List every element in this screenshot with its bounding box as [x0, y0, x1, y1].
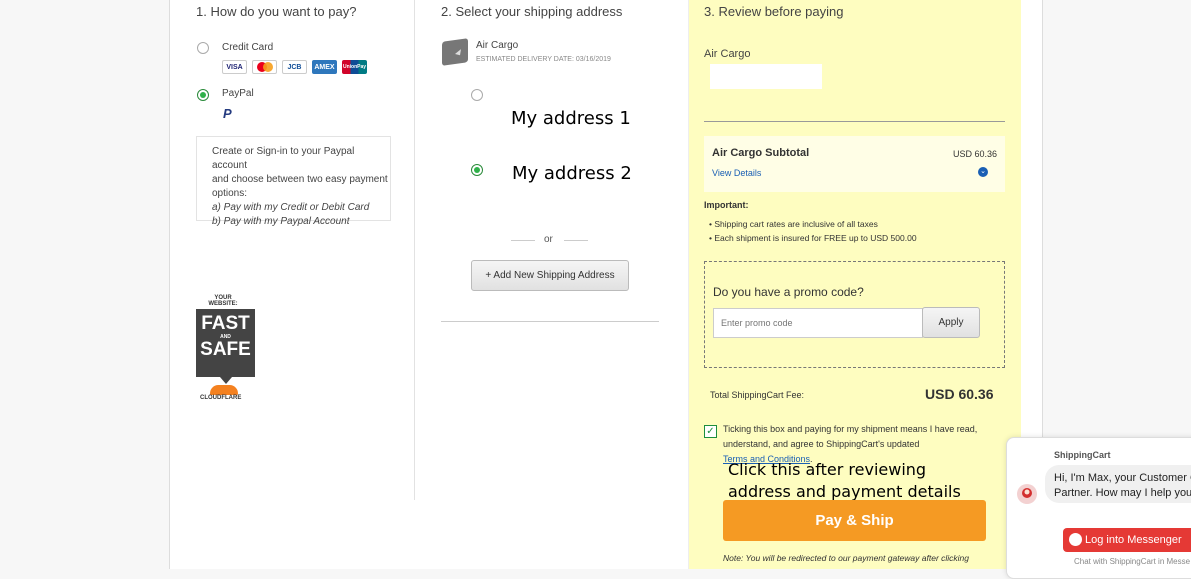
important-title: Important:	[704, 200, 749, 210]
subtotal-value: USD 60.36	[952, 149, 997, 159]
address-2-radio[interactable]	[471, 164, 483, 176]
messenger-login-label: Log into Messenger	[1085, 534, 1182, 546]
shipping-method-name: Air Cargo	[476, 40, 519, 51]
chat-sender: ShippingCart	[1054, 450, 1111, 460]
fast-safe-badge: FAST AND SAFE	[196, 309, 255, 384]
terms-line: understand, and agree to ShippingCart's …	[723, 439, 920, 449]
review-column: 3. Review before paying Air Cargo Air Ca…	[688, 0, 1021, 569]
divider-right	[564, 240, 588, 241]
cloudflare-badge: YOUR WEBSITE: FAST AND SAFE CLOUDFLARE	[196, 295, 256, 401]
pay-annotation: Click this after reviewing address and p…	[728, 459, 961, 503]
delivery-date-value: 03/16/2019	[575, 56, 611, 63]
address-1-label[interactable]: My address 1	[511, 108, 631, 129]
address-1-radio[interactable]	[471, 89, 483, 101]
review-method-name: Air Cargo	[704, 48, 751, 60]
terms-checkbox[interactable]: ✓	[704, 425, 717, 438]
chat-footer: Chat with ShippingCart in Messe	[1074, 557, 1191, 566]
chat-message-line: Hi, I'm Max, your Customer C	[1054, 472, 1191, 484]
unionpay-icon: UnionPay	[342, 60, 367, 74]
divider-left	[511, 240, 535, 241]
shipping-column: 2. Select your shipping address Air Carg…	[415, 0, 688, 500]
important-list: • Shipping cart rates are inclusive of a…	[709, 217, 917, 245]
paypal-info-line: Create or Sign-in to your Paypal account	[212, 146, 355, 171]
card-logos: VISA JCB AMEX UnionPay	[222, 60, 367, 74]
terms-line: Ticking this box and paying for my shipm…	[723, 424, 978, 434]
mastercard-icon	[252, 60, 277, 74]
important-item: • Each shipment is insured for FREE up t…	[709, 233, 917, 243]
review-method-value-box	[710, 64, 822, 89]
add-shipping-address-button[interactable]: + Add New Shipping Address	[471, 260, 629, 291]
important-item-text: Each shipment is insured for FREE up to …	[714, 233, 917, 243]
chat-message-line: Partner. How may I help you	[1054, 487, 1191, 499]
credit-card-radio[interactable]	[197, 42, 209, 54]
paypal-info-line: and choose between two easy payment	[212, 174, 388, 185]
air-cargo-box-icon	[442, 38, 468, 66]
address-2-label[interactable]: My address 2	[512, 163, 632, 184]
paypal-info-box: Create or Sign-in to your Paypal account…	[196, 136, 391, 227]
messenger-login-button[interactable]: Log into Messenger	[1063, 528, 1191, 552]
paypal-option-a: a) Pay with my Credit or Debit Card	[212, 202, 370, 213]
paypal-option-b: b) Pay with my Paypal Account	[212, 216, 350, 227]
amex-icon: AMEX	[312, 60, 337, 74]
jcb-icon: JCB	[282, 60, 307, 74]
annotation-line: Click this after reviewing	[728, 460, 927, 479]
payment-step-title: 1. How do you want to pay?	[196, 4, 357, 19]
promo-title: Do you have a promo code?	[713, 285, 864, 299]
review-divider	[704, 121, 1005, 122]
shipping-step-title: 2. Select your shipping address	[441, 4, 623, 19]
visa-icon: VISA	[222, 60, 247, 74]
chat-widget[interactable]: ShippingCart Hi, I'm Max, your Customer …	[1006, 437, 1191, 579]
badge-pointer	[220, 377, 232, 384]
paypal-info-line: options:	[212, 188, 248, 199]
important-item: • Shipping cart rates are inclusive of a…	[709, 219, 878, 229]
messenger-icon	[1069, 533, 1082, 546]
apply-button[interactable]: Apply	[922, 307, 980, 338]
chat-avatar	[1017, 484, 1037, 504]
view-details-link[interactable]: View Details	[712, 168, 761, 178]
payment-column: 1. How do you want to pay? Credit Card V…	[170, 0, 415, 500]
badge-top-text: YOUR WEBSITE:	[208, 295, 238, 307]
paypal-icon: P	[223, 106, 232, 121]
badge-fast: FAST	[201, 313, 250, 334]
badge-safe: SAFE	[200, 339, 251, 360]
chevron-down-icon[interactable]: ⌄	[978, 167, 988, 177]
total-label: Total ShippingCart Fee:	[710, 390, 805, 400]
pay-and-ship-button[interactable]: Pay & Ship	[723, 500, 986, 541]
shipping-bottom-divider	[441, 321, 659, 322]
subtotal-box: Air Cargo Subtotal USD 60.36 View Detail…	[704, 136, 1005, 192]
promo-box: Do you have a promo code? Apply	[704, 261, 1005, 368]
promo-code-input[interactable]	[713, 308, 923, 338]
paypal-radio[interactable]	[197, 89, 209, 101]
cloudflare-cloud-icon	[210, 385, 238, 395]
total-value: USD 60.36	[925, 386, 994, 402]
redirect-note: Note: You will be redirected to our paym…	[723, 553, 970, 563]
chat-message: Hi, I'm Max, your Customer C Partner. Ho…	[1045, 465, 1191, 503]
cloudflare-text: CLOUDFLARE	[200, 395, 242, 401]
delivery-date-row: ESTIMATED DELIVERY DATE: 03/16/2019	[476, 56, 611, 63]
paypal-label: PayPal	[222, 88, 254, 99]
credit-card-label: Credit Card	[222, 42, 274, 53]
checkout-page: 1. How do you want to pay? Credit Card V…	[169, 0, 1043, 569]
important-item-text: Shipping cart rates are inclusive of all…	[714, 219, 878, 229]
delivery-date-label: ESTIMATED DELIVERY DATE:	[476, 56, 574, 63]
subtotal-label: Air Cargo Subtotal	[712, 147, 810, 159]
or-text: or	[544, 234, 553, 245]
review-step-title: 3. Review before paying	[704, 4, 844, 19]
